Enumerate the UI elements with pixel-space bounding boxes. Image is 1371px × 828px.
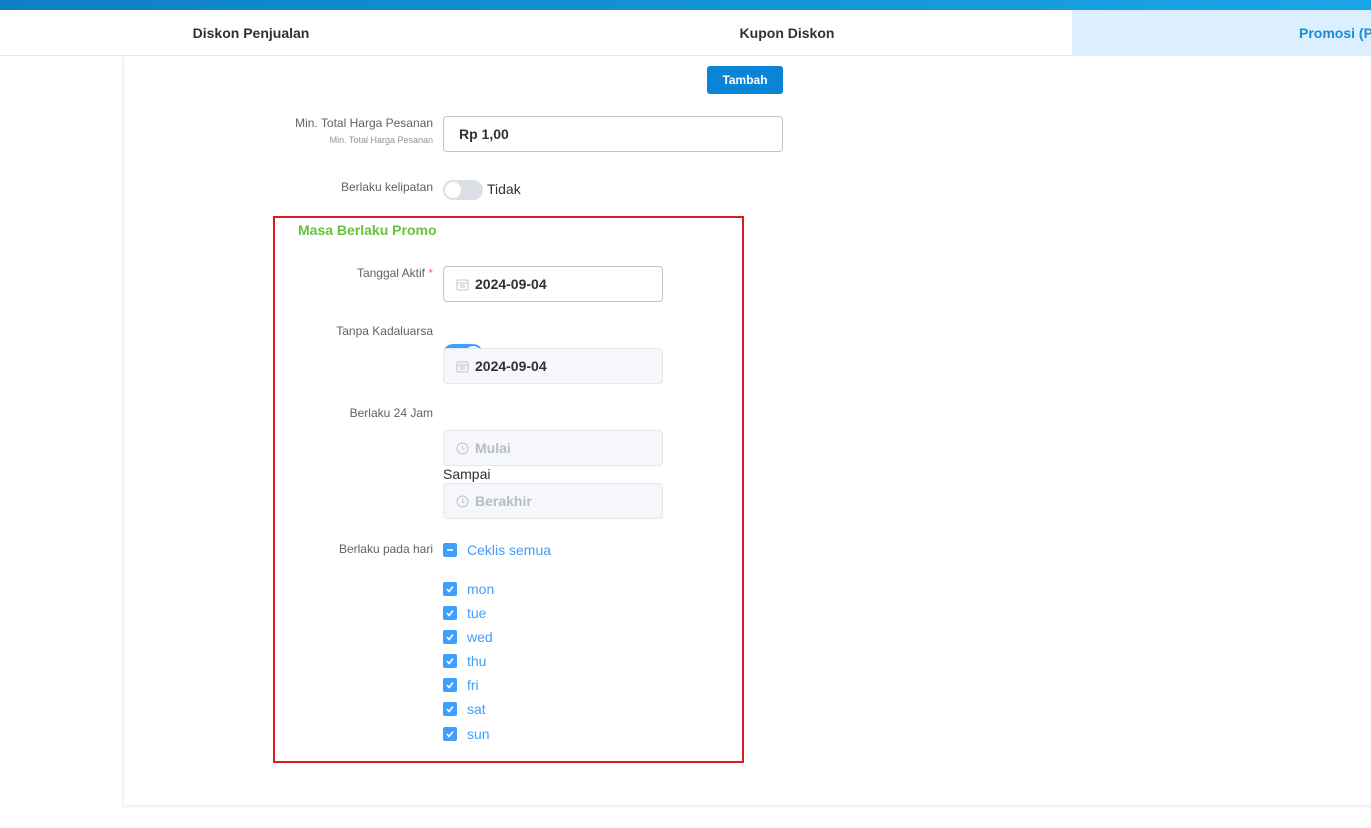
min-total-label: Min. Total Harga Pesanan [295,116,433,130]
end-date-value: 2024-09-04 [475,358,547,374]
validity-section-title: Masa Berlaku Promo [298,222,437,238]
clock-icon [455,441,469,455]
day-label-wed[interactable]: wed [467,629,493,645]
day-label-fri[interactable]: fri [467,677,479,693]
end-time-placeholder: Berakhir [475,493,532,509]
tab-promosi[interactable]: Promosi (P( [1072,10,1371,56]
days-label: Berlaku pada hari [338,542,433,556]
start-date-input[interactable]: 2024-09-04 [443,266,663,302]
check-icon [446,682,454,689]
check-icon [446,731,454,738]
end-time-input[interactable]: Berakhir [443,483,663,519]
all-day-label: Berlaku 24 Jam [349,406,433,420]
day-checkbox-fri[interactable] [443,678,457,692]
no-expiry-label: Tanpa Kadaluarsa [336,324,433,338]
tab-kupon-diskon[interactable]: Kupon Diskon [502,10,1072,56]
clock-icon [455,494,469,508]
start-date-label: Tanggal Aktif * [356,266,433,280]
end-date-input[interactable]: 2024-09-04 [443,348,663,384]
min-total-value: Rp 1,00 [459,126,509,142]
check-icon [446,706,454,713]
tab-diskon-penjualan[interactable]: Diskon Penjualan [0,10,502,56]
day-checkbox-sat[interactable] [443,702,457,716]
multiple-state-text: Tidak [487,181,521,197]
tab-bar: Diskon Penjualan Kupon Diskon Promosi (P… [0,10,1371,56]
min-total-input[interactable]: Rp 1,00 [443,116,783,152]
switch-knob [445,182,461,198]
check-icon [446,634,454,641]
start-date-value: 2024-09-04 [475,276,547,292]
top-accent-bar [0,0,1371,10]
minus-icon [447,549,453,551]
day-checkbox-mon[interactable] [443,582,457,596]
add-button[interactable]: Tambah [707,66,783,94]
check-icon [446,586,454,593]
multiple-switch[interactable] [443,180,483,200]
day-checkbox-sun[interactable] [443,727,457,741]
calendar-icon [455,359,469,373]
check-icon [446,610,454,617]
required-mark: * [428,266,433,280]
day-label-mon[interactable]: mon [467,581,494,597]
check-all-label[interactable]: Ceklis semua [467,542,551,558]
check-all-checkbox[interactable] [443,543,457,557]
day-checkbox-thu[interactable] [443,654,457,668]
day-checkbox-wed[interactable] [443,630,457,644]
start-time-input[interactable]: Mulai [443,430,663,466]
day-label-tue[interactable]: tue [467,605,486,621]
until-text: Sampai [443,466,491,482]
start-time-placeholder: Mulai [475,440,511,456]
day-label-sat[interactable]: sat [467,701,486,717]
day-label-thu[interactable]: thu [467,653,486,669]
check-icon [446,658,454,665]
calendar-icon [455,277,469,291]
multiple-label: Berlaku kelipatan [340,180,433,194]
min-total-sublabel: Min. Total Harga Pesanan [329,135,433,145]
day-label-sun[interactable]: sun [467,726,490,742]
day-checkbox-tue[interactable] [443,606,457,620]
